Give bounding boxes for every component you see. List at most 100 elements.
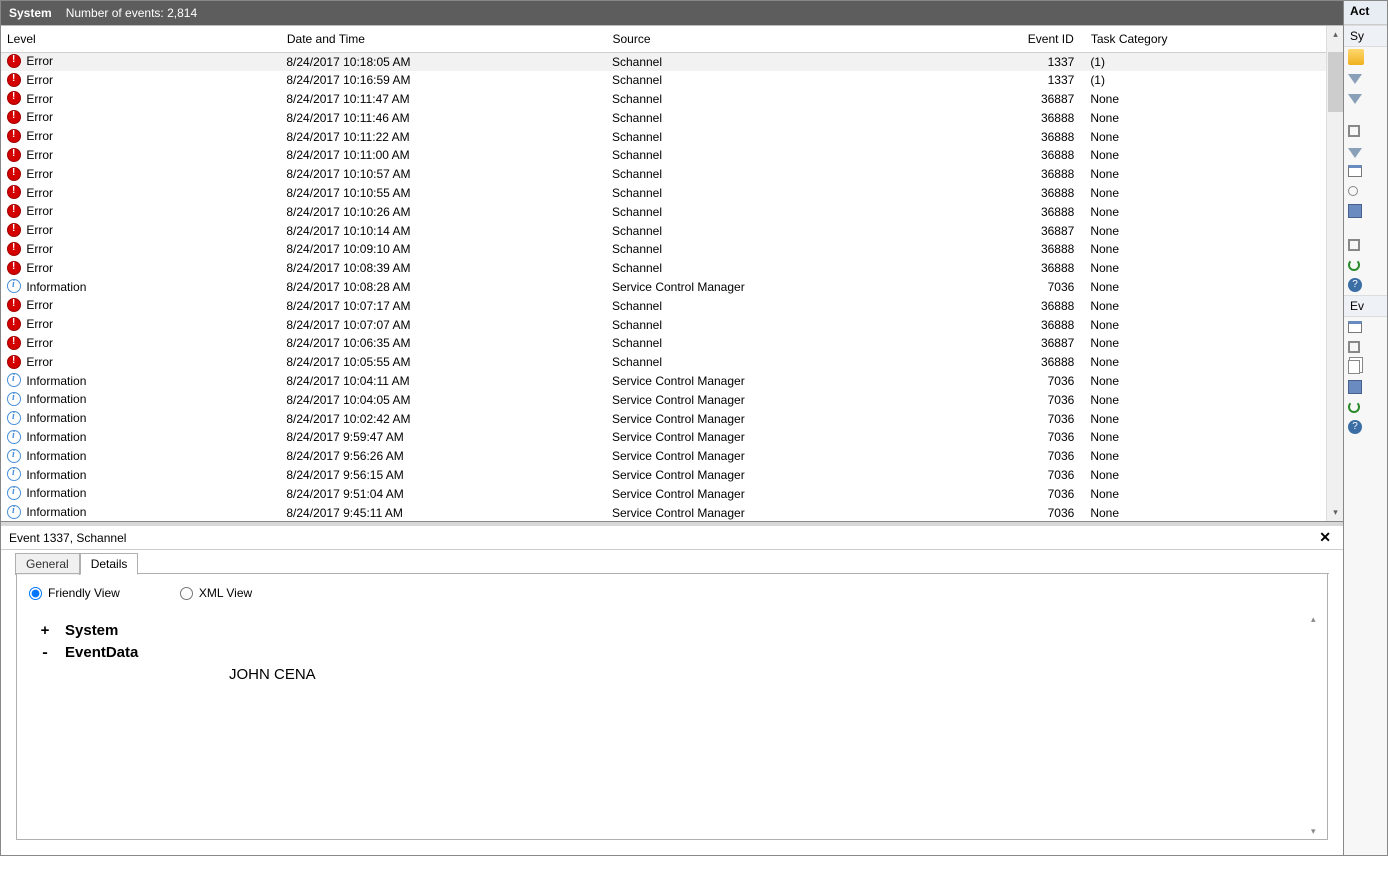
action-clear-log[interactable] bbox=[1344, 121, 1387, 141]
action-view[interactable] bbox=[1344, 235, 1387, 255]
table-row[interactable]: Error8/24/2017 10:06:35 AMSchannel36887N… bbox=[1, 334, 1326, 353]
refresh-icon bbox=[1348, 259, 1360, 271]
error-icon bbox=[7, 317, 21, 331]
table-row[interactable]: Information8/24/2017 10:04:05 AMService … bbox=[1, 390, 1326, 409]
radio-friendly-view[interactable]: Friendly View bbox=[29, 586, 120, 600]
scroll-up-icon[interactable]: ▴ bbox=[1311, 614, 1316, 625]
detail-eventdata-section[interactable]: - EventData bbox=[39, 644, 1315, 662]
column-header-level[interactable]: Level bbox=[1, 26, 280, 52]
radio-xml-input[interactable] bbox=[180, 587, 193, 600]
detail-system-section[interactable]: + System bbox=[39, 622, 1315, 640]
error-icon bbox=[7, 110, 21, 124]
eventid-text: 36888 bbox=[1002, 296, 1084, 315]
action-event-properties[interactable] bbox=[1344, 317, 1387, 337]
scroll-down-icon[interactable]: ▾ bbox=[1311, 826, 1316, 837]
table-row[interactable]: Error8/24/2017 10:11:47 AMSchannel36887N… bbox=[1, 90, 1326, 109]
level-text: Error bbox=[26, 148, 53, 162]
radio-xml-view[interactable]: XML View bbox=[180, 586, 252, 600]
table-row[interactable]: Error8/24/2017 10:10:14 AMSchannel36887N… bbox=[1, 221, 1326, 240]
actions-group-event: Ev bbox=[1344, 295, 1387, 317]
table-row[interactable]: Information8/24/2017 9:56:26 AMService C… bbox=[1, 447, 1326, 466]
expand-icon[interactable]: + bbox=[39, 623, 51, 640]
eventid-text: 36888 bbox=[1002, 353, 1084, 372]
table-row[interactable]: Error8/24/2017 10:05:55 AMSchannel36888N… bbox=[1, 353, 1326, 372]
table-row[interactable]: Error8/24/2017 10:18:05 AMSchannel1337(1… bbox=[1, 52, 1326, 71]
eventid-text: 7036 bbox=[1002, 409, 1084, 428]
table-row[interactable]: Error8/24/2017 10:07:07 AMSchannel36888N… bbox=[1, 315, 1326, 334]
table-row[interactable]: Information8/24/2017 10:08:28 AMService … bbox=[1, 278, 1326, 297]
scroll-up-icon[interactable]: ▴ bbox=[1327, 26, 1343, 43]
table-row[interactable]: Error8/24/2017 10:10:26 AMSchannel36888N… bbox=[1, 202, 1326, 221]
task-text: None bbox=[1084, 165, 1325, 184]
source-text: Schannel bbox=[606, 127, 1002, 146]
event-list-scrollbar[interactable]: ▴ ▾ bbox=[1326, 26, 1343, 521]
table-row[interactable]: Error8/24/2017 10:08:39 AMSchannel36888N… bbox=[1, 259, 1326, 278]
action-save-selected[interactable] bbox=[1344, 377, 1387, 397]
table-row[interactable]: Error8/24/2017 10:09:10 AMSchannel36888N… bbox=[1, 240, 1326, 259]
action-copy[interactable] bbox=[1344, 357, 1387, 377]
source-text: Service Control Manager bbox=[606, 428, 1002, 447]
table-row[interactable]: Information8/24/2017 9:56:15 AMService C… bbox=[1, 466, 1326, 485]
action-find[interactable] bbox=[1344, 181, 1387, 201]
column-header-task[interactable]: Task Category bbox=[1084, 26, 1325, 52]
date-text: 8/24/2017 10:04:05 AM bbox=[280, 390, 606, 409]
error-icon bbox=[7, 91, 21, 105]
table-row[interactable]: Information8/24/2017 10:02:42 AMService … bbox=[1, 409, 1326, 428]
table-row[interactable]: Information8/24/2017 9:45:11 AMService C… bbox=[1, 503, 1326, 521]
section-name-eventdata: EventData bbox=[65, 644, 138, 661]
table-row[interactable]: Information8/24/2017 10:04:11 AMService … bbox=[1, 372, 1326, 391]
action-import-custom-view[interactable] bbox=[1344, 87, 1387, 107]
action-create-custom-view[interactable] bbox=[1344, 67, 1387, 87]
close-detail-button[interactable]: ✕ bbox=[1315, 529, 1335, 546]
task-text: None bbox=[1084, 108, 1325, 127]
tab-details[interactable]: Details bbox=[80, 553, 139, 575]
action-open-saved-log[interactable] bbox=[1344, 47, 1387, 67]
task-text: None bbox=[1084, 184, 1325, 203]
table-row[interactable]: Error8/24/2017 10:10:55 AMSchannel36888N… bbox=[1, 184, 1326, 203]
radio-friendly-input[interactable] bbox=[29, 587, 42, 600]
tab-general[interactable]: General bbox=[15, 553, 80, 575]
scroll-thumb[interactable] bbox=[1328, 52, 1343, 112]
refresh-icon bbox=[1348, 401, 1360, 413]
table-row[interactable]: Information8/24/2017 9:51:04 AMService C… bbox=[1, 484, 1326, 503]
info-icon bbox=[7, 373, 21, 387]
action-help-2[interactable] bbox=[1344, 417, 1387, 437]
table-row[interactable]: Error8/24/2017 10:11:46 AMSchannel36888N… bbox=[1, 108, 1326, 127]
task-text: None bbox=[1084, 334, 1325, 353]
table-row[interactable]: Error8/24/2017 10:07:17 AMSchannel36888N… bbox=[1, 296, 1326, 315]
action-filter-log[interactable] bbox=[1344, 141, 1387, 161]
collapse-icon[interactable]: - bbox=[39, 645, 51, 662]
eventid-text: 36888 bbox=[1002, 259, 1084, 278]
date-text: 8/24/2017 10:07:17 AM bbox=[280, 296, 606, 315]
table-row[interactable]: Error8/24/2017 10:16:59 AMSchannel1337(1… bbox=[1, 71, 1326, 90]
level-text: Information bbox=[26, 411, 86, 425]
action-help[interactable] bbox=[1344, 275, 1387, 295]
detail-scrollbar[interactable]: ▴ ▾ bbox=[1308, 614, 1325, 837]
action-save-all-events[interactable] bbox=[1344, 201, 1387, 221]
properties-icon bbox=[1348, 321, 1362, 333]
table-row[interactable]: Error8/24/2017 10:11:00 AMSchannel36888N… bbox=[1, 146, 1326, 165]
actions-group-system: Sy bbox=[1344, 25, 1387, 47]
error-icon bbox=[7, 185, 21, 199]
action-properties[interactable] bbox=[1344, 161, 1387, 181]
date-text: 8/24/2017 9:56:15 AM bbox=[280, 466, 606, 485]
action-refresh[interactable] bbox=[1344, 255, 1387, 275]
source-text: Schannel bbox=[606, 108, 1002, 127]
source-text: Schannel bbox=[606, 165, 1002, 184]
source-text: Service Control Manager bbox=[606, 484, 1002, 503]
table-row[interactable]: Error8/24/2017 10:11:22 AMSchannel36888N… bbox=[1, 127, 1326, 146]
action-attach-task[interactable] bbox=[1344, 337, 1387, 357]
table-row[interactable]: Information8/24/2017 9:59:47 AMService C… bbox=[1, 428, 1326, 447]
table-row[interactable]: Error8/24/2017 10:10:57 AMSchannel36888N… bbox=[1, 165, 1326, 184]
column-header-eventid[interactable]: Event ID bbox=[1002, 26, 1084, 52]
column-header-source[interactable]: Source bbox=[606, 26, 1002, 52]
eventid-text: 7036 bbox=[1002, 428, 1084, 447]
square-icon bbox=[1348, 125, 1360, 137]
scroll-down-icon[interactable]: ▾ bbox=[1327, 504, 1343, 521]
column-header-date[interactable]: Date and Time bbox=[280, 26, 606, 52]
level-text: Error bbox=[26, 110, 53, 124]
log-title-bar: System Number of events: 2,814 bbox=[1, 1, 1343, 25]
help-icon bbox=[1348, 420, 1362, 434]
action-refresh-2[interactable] bbox=[1344, 397, 1387, 417]
level-text: Error bbox=[26, 317, 53, 331]
